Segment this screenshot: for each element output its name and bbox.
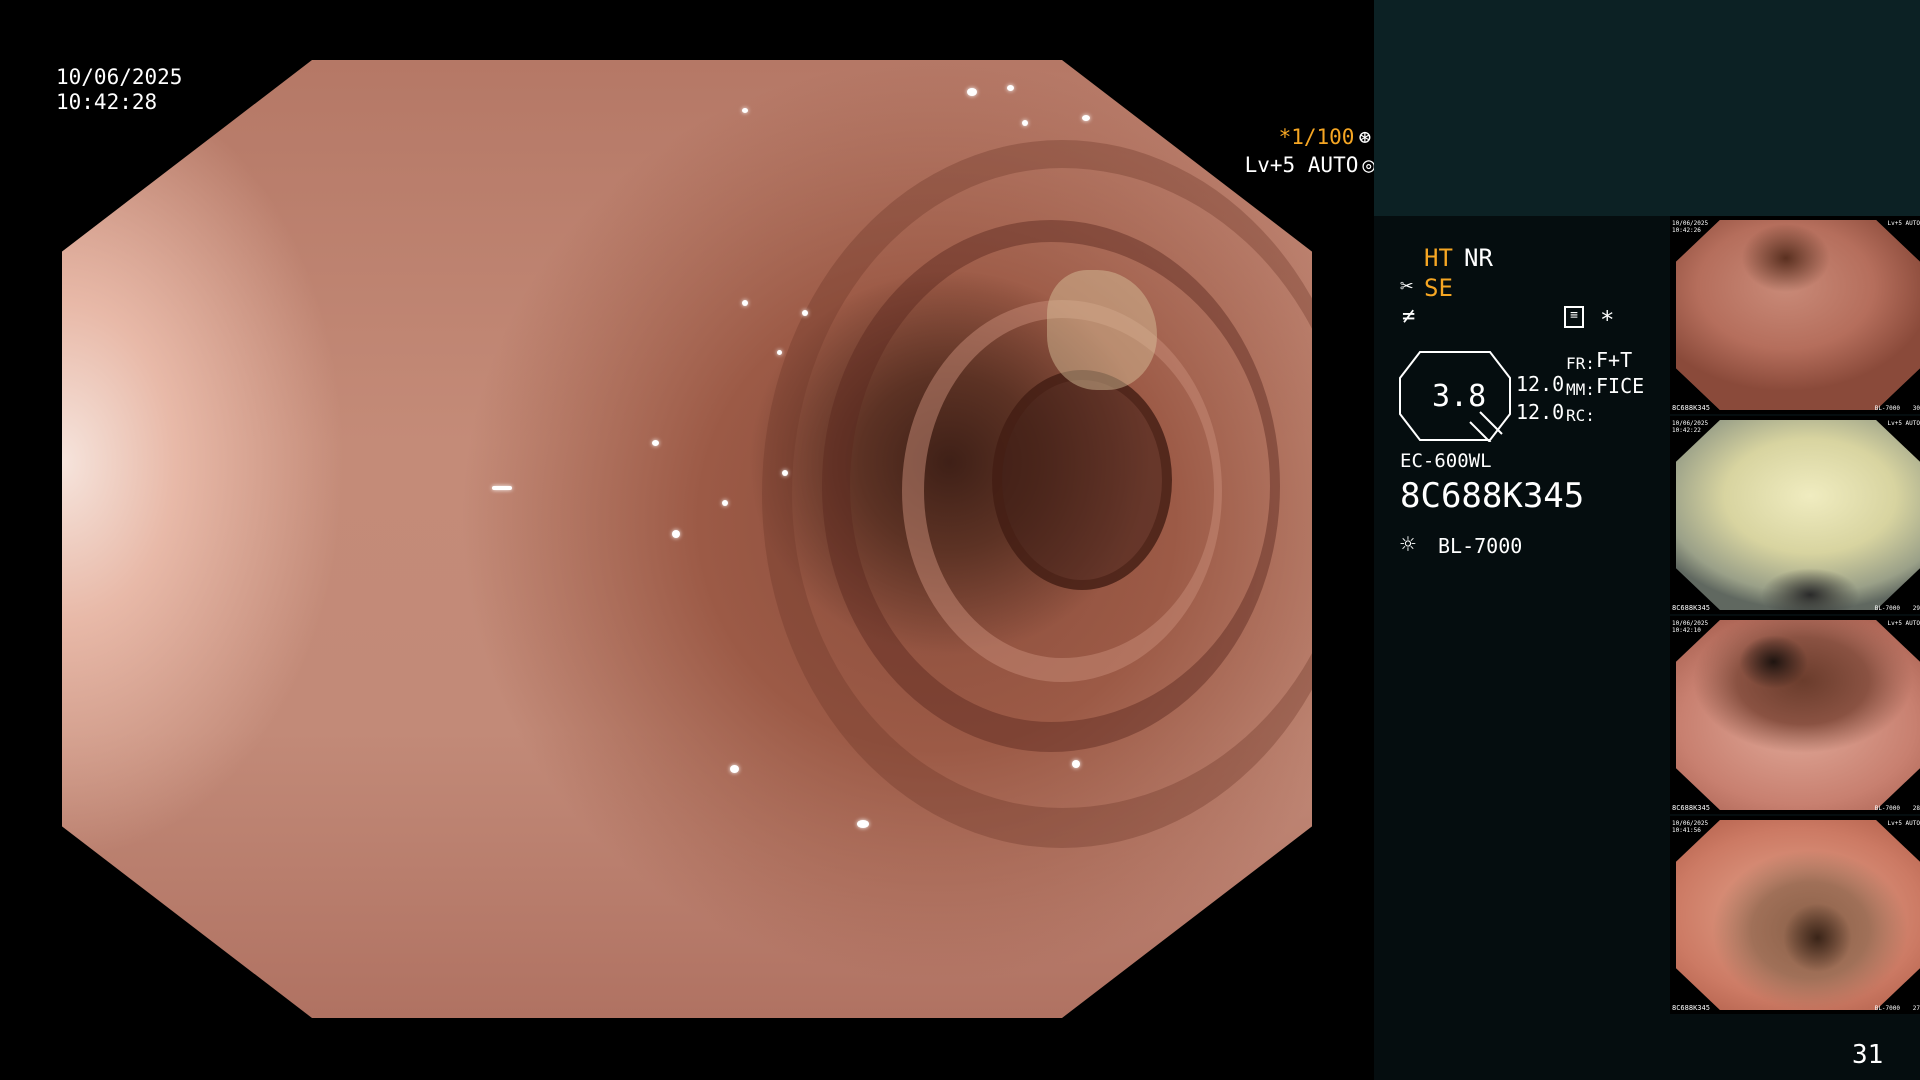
lumen-center (992, 370, 1172, 590)
scope-model: EC-600WL (1400, 450, 1492, 472)
thumb-level: Lv+5 AUTO (1887, 820, 1920, 827)
thumbnail-image (1676, 620, 1920, 810)
ht-label: HT (1424, 244, 1453, 272)
se-label: SE (1424, 274, 1453, 302)
thumb-index: 29 (1912, 605, 1920, 612)
thumb-level: Lv+5 AUTO (1887, 220, 1920, 227)
thumb-scope: 8C688K345 (1672, 1004, 1710, 1012)
glint (730, 765, 739, 773)
endoscope-live-view (62, 60, 1312, 1018)
glint (1007, 85, 1014, 91)
freeze-icon: ≠ (1402, 304, 1416, 329)
light-source-model: BL-7000 (1438, 534, 1523, 558)
mm-label: MM: (1566, 380, 1595, 399)
thumbnail-image (1676, 420, 1920, 610)
menu-icon: ≡ (1564, 306, 1584, 328)
thumbnail-image (1676, 220, 1920, 410)
glint (967, 88, 977, 96)
thumbnail-30[interactable]: 10/06/2025 10:42:26 Lv+5 AUTO 8C688K345 B… (1670, 216, 1920, 414)
thumb-level: Lv+5 AUTO (1887, 420, 1920, 427)
date-label: 10/06/2025 (56, 65, 183, 89)
glint (652, 440, 659, 446)
light-level: Lv+5 AUTO ◎ (1194, 126, 1375, 204)
thumb-scope: 8C688K345 (1672, 804, 1710, 812)
fr-value: F+T (1596, 348, 1633, 372)
glint (742, 300, 748, 306)
thumb-light: BL-7000 (1874, 405, 1900, 412)
glint (802, 310, 808, 316)
endoscopy-screen: 10/06/2025 10:42:28 *1/100 ⊛ Lv+5 AUTO ◎ H… (0, 0, 1920, 1080)
thumb-index: 27 (1912, 1005, 1920, 1012)
thumb-index: 30 (1912, 405, 1920, 412)
thumb-date: 10/06/2025 (1672, 820, 1709, 827)
level-value: Lv+5 AUTO (1244, 153, 1359, 177)
scissors-icon: ✂ (1400, 274, 1414, 299)
thumbnail-28[interactable]: 10/06/2025 10:42:10 Lv+5 AUTO 8C688K345 B… (1670, 616, 1920, 814)
glint (1022, 120, 1028, 126)
thumb-date: 10/06/2025 (1672, 220, 1709, 227)
scope-serial: 8C688K345 (1400, 476, 1585, 516)
glint (742, 108, 748, 113)
glint (492, 486, 512, 490)
time-label: 10:42:28 (56, 90, 158, 114)
glint (722, 500, 728, 506)
thumb-date: 10/06/2025 (1672, 620, 1709, 627)
thumb-scope: 8C688K345 (1672, 404, 1710, 412)
glint (782, 470, 788, 476)
value-2: 12.0 (1516, 400, 1565, 424)
thumbnail-image (1676, 820, 1920, 1010)
thumb-light: BL-7000 (1874, 1005, 1900, 1012)
nr-label: NR (1464, 244, 1493, 272)
glint (1082, 115, 1090, 121)
value-1: 12.0 (1516, 372, 1565, 396)
glint (777, 350, 782, 355)
thumb-datetime: 10/06/2025 10:42:22 (1672, 420, 1708, 434)
thumb-index: 28 (1912, 805, 1920, 812)
thumb-scope: 8C688K345 (1672, 604, 1710, 612)
fr-label: FR: (1566, 354, 1595, 373)
glint (1072, 760, 1080, 768)
thumb-datetime: 10/06/2025 10:42:10 (1672, 620, 1708, 634)
frame-counter: 31 (1852, 1040, 1884, 1070)
thumb-time: 10:42:10 (1672, 627, 1701, 634)
asterisk-label: * (1600, 306, 1615, 334)
glint (672, 530, 680, 538)
thumb-time: 10:42:26 (1672, 227, 1701, 234)
zoom-handle-icon (1479, 411, 1503, 435)
zoom-value: 3.8 (1432, 379, 1486, 414)
glint (857, 820, 869, 828)
mm-value: FICE (1596, 374, 1645, 398)
sun-icon: ☼ (1400, 530, 1416, 560)
panel-header-area (1374, 0, 1920, 216)
thumbnail-27[interactable]: 10/06/2025 10:41:56 Lv+5 AUTO 8C688K345 B… (1670, 816, 1920, 1014)
thumb-date: 10/06/2025 (1672, 420, 1709, 427)
thumb-time: 10:41:56 (1672, 827, 1701, 834)
thumb-datetime: 10/06/2025 10:42:26 (1672, 220, 1708, 234)
thumb-level: Lv+5 AUTO (1887, 620, 1920, 627)
rc-label: RC: (1566, 406, 1595, 425)
thumb-light: BL-7000 (1874, 605, 1900, 612)
thumb-datetime: 10/06/2025 10:41:56 (1672, 820, 1708, 834)
thumbnail-29[interactable]: 10/06/2025 10:42:22 Lv+5 AUTO 8C688K345 B… (1670, 416, 1920, 614)
zoom-indicator: 3.8 (1399, 351, 1511, 442)
thumb-time: 10:42:22 (1672, 427, 1701, 434)
thumb-light: BL-7000 (1874, 805, 1900, 812)
